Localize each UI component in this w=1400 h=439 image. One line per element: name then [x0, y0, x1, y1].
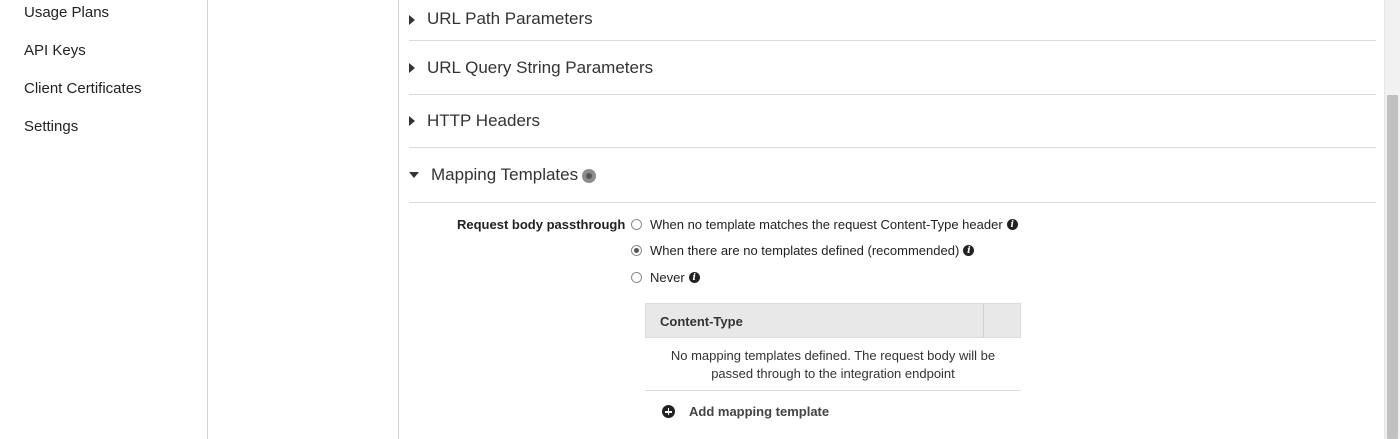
caret-right-icon: [409, 116, 415, 126]
sidebar-item-settings[interactable]: Settings: [24, 118, 78, 135]
info-icon[interactable]: i: [688, 272, 700, 283]
caret-down-icon: [409, 172, 419, 178]
radio-label: When no template matches the request Con…: [650, 217, 1003, 232]
radio-label: When there are no templates defined (rec…: [650, 243, 960, 258]
section-url-path-parameters[interactable]: URL Path Parameters: [409, 0, 1376, 41]
caret-right-icon: [409, 62, 415, 73]
help-icon[interactable]: [582, 168, 597, 183]
table-header: Content-Type: [645, 303, 1021, 338]
section-title: URL Path Parameters: [427, 9, 593, 28]
radio-no-match[interactable]: When no template matches the request Con…: [631, 217, 1018, 232]
sidebar-item-client-certificates[interactable]: Client Certificates: [24, 80, 142, 97]
radio-button[interactable]: [631, 272, 642, 283]
section-title: Mapping Templates: [431, 165, 579, 184]
add-mapping-template-button[interactable]: Add mapping template: [662, 404, 829, 419]
content-type-table: Content-Type No mapping templates define…: [645, 303, 1021, 391]
empty-message: No mapping templates defined. The reques…: [645, 338, 1021, 391]
info-icon[interactable]: i: [1006, 219, 1018, 230]
section-http-headers[interactable]: HTTP Headers: [409, 95, 1376, 148]
radio-button-checked[interactable]: [631, 245, 642, 256]
caret-right-icon: [409, 15, 415, 25]
column-divider: [983, 304, 984, 337]
add-mapping-template-label: Add mapping template: [689, 404, 830, 419]
section-url-query-string-parameters[interactable]: URL Query String Parameters: [409, 41, 1376, 95]
radio-label: Never: [650, 270, 685, 285]
radio-button[interactable]: [631, 219, 642, 230]
section-title: URL Query String Parameters: [427, 57, 654, 77]
scrollbar-thumb[interactable]: [1387, 95, 1398, 439]
radio-no-templates[interactable]: When there are no templates defined (rec…: [631, 243, 975, 258]
radio-never[interactable]: Never i: [631, 270, 700, 285]
info-icon[interactable]: i: [963, 245, 975, 256]
sidebar-item-api-keys[interactable]: API Keys: [24, 42, 86, 59]
section-title: HTTP Headers: [427, 111, 541, 130]
plus-circle-icon: [662, 405, 675, 418]
scrollbar[interactable]: [1384, 0, 1400, 439]
section-mapping-templates[interactable]: Mapping Templates: [409, 148, 1376, 203]
passthrough-label: Request body passthrough: [457, 217, 626, 232]
method-column: [209, 0, 399, 439]
sidebar-item-usage-plans[interactable]: Usage Plans: [24, 4, 109, 21]
sidebar: Usage Plans API Keys Client Certificates…: [0, 0, 208, 439]
column-header-content-type: Content-Type: [660, 314, 743, 329]
